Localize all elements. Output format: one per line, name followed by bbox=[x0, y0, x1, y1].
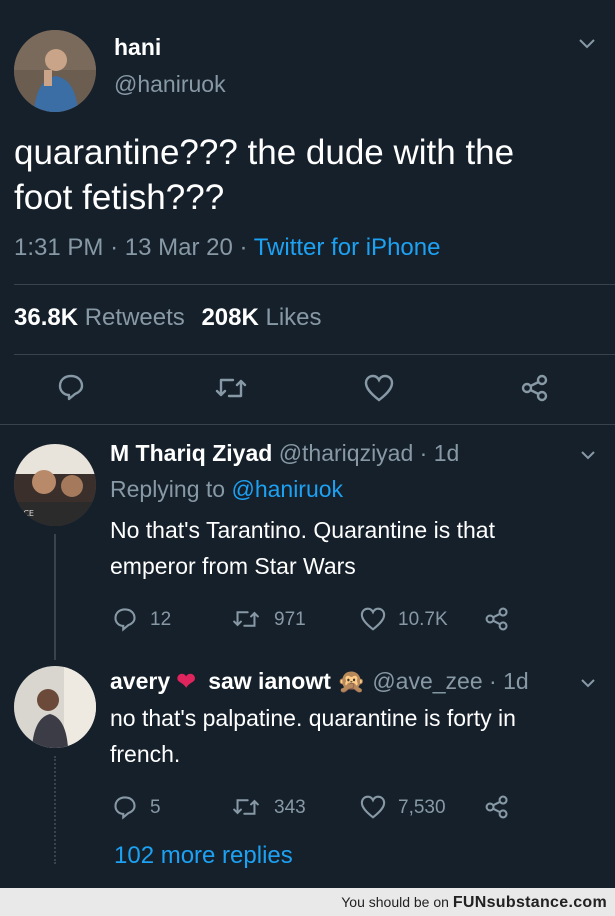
reply-thread-line bbox=[54, 756, 56, 864]
reply-text-line-2: emperor from Star Wars bbox=[110, 553, 356, 579]
retweet-count: 971 bbox=[274, 609, 306, 630]
chevron-down-icon[interactable] bbox=[578, 38, 596, 50]
reply-avatar[interactable]: ACE bbox=[14, 444, 96, 526]
reply-count: 5 bbox=[150, 797, 161, 818]
retweet-icon[interactable] bbox=[215, 375, 247, 401]
heart-emoji: ❤ bbox=[176, 668, 196, 694]
replying-to-handle[interactable]: @haniruok bbox=[231, 476, 343, 502]
reply-header: M Thariq Ziyad @thariqziyad · 1d bbox=[110, 440, 459, 467]
reply-author-handle[interactable]: @ave_zee bbox=[372, 668, 482, 694]
reply-avatar[interactable] bbox=[14, 666, 96, 748]
svg-text:ACE: ACE bbox=[18, 509, 34, 518]
meta-separator: · bbox=[110, 234, 119, 261]
watermark-bar: You should be on FUNsubstance.com bbox=[0, 888, 615, 916]
reply-text-line-1: no that's palpatine. quarantine is forty… bbox=[110, 705, 516, 731]
tweet-source[interactable]: Twitter for iPhone bbox=[254, 234, 441, 261]
tweet-text-line-1: quarantine??? the dude with the bbox=[14, 133, 515, 172]
more-replies-link[interactable]: 102 more replies bbox=[114, 842, 293, 870]
divider bbox=[14, 354, 615, 355]
retweet-icon[interactable] bbox=[232, 608, 260, 630]
reply-time: · 1d bbox=[419, 440, 460, 466]
monkey-emoji: 🙊 bbox=[337, 668, 366, 694]
reply-text: No that's Tarantino. Quarantine is that … bbox=[110, 512, 495, 584]
share-icon[interactable] bbox=[484, 606, 510, 632]
like-count: 10.7K bbox=[398, 609, 448, 630]
author-name[interactable]: hani bbox=[114, 34, 161, 61]
reply-author-name[interactable]: M Thariq Ziyad bbox=[110, 440, 272, 466]
like-icon[interactable] bbox=[360, 795, 386, 819]
retweet-icon[interactable] bbox=[232, 796, 260, 818]
retweet-count: 343 bbox=[274, 797, 306, 818]
author-handle[interactable]: @haniruok bbox=[114, 71, 226, 98]
retweet-label[interactable]: Retweets bbox=[85, 304, 185, 331]
reply-author-handle[interactable]: @thariqziyad bbox=[279, 440, 414, 466]
like-label[interactable]: Likes bbox=[265, 304, 321, 331]
engagement-stats: 36.8K Retweets 208K Likes bbox=[14, 304, 322, 332]
tweet-text-line-2: foot fetish??? bbox=[14, 178, 225, 217]
meta-separator: · bbox=[239, 234, 248, 261]
like-count: 7,530 bbox=[398, 797, 446, 818]
replying-to-label: Replying to bbox=[110, 476, 226, 502]
reply-text: no that's palpatine. quarantine is forty… bbox=[110, 700, 516, 772]
chevron-down-icon[interactable] bbox=[580, 678, 596, 688]
reply-author-name-part-2: saw ianowt bbox=[208, 668, 331, 694]
share-icon[interactable] bbox=[520, 373, 550, 403]
like-icon[interactable] bbox=[364, 374, 394, 402]
watermark-brand: FUNsubstance.com bbox=[452, 894, 607, 911]
replying-to: Replying to @haniruok bbox=[110, 476, 343, 503]
retweet-count[interactable]: 36.8K bbox=[14, 304, 78, 331]
reply-time: · 1d bbox=[489, 668, 529, 694]
author-avatar[interactable] bbox=[14, 30, 96, 112]
share-icon[interactable] bbox=[484, 794, 510, 820]
reply-text-line-1: No that's Tarantino. Quarantine is that bbox=[110, 517, 495, 543]
reply-thread-line bbox=[54, 534, 56, 660]
reply-author-name[interactable]: avery ❤ saw ianowt 🙊 bbox=[110, 668, 372, 694]
chevron-down-icon[interactable] bbox=[580, 450, 596, 460]
reply-icon[interactable] bbox=[112, 794, 138, 820]
tweet-text: quarantine??? the dude with the foot fet… bbox=[14, 130, 514, 220]
like-icon[interactable] bbox=[360, 607, 386, 631]
tweet-time: 1:31 PM bbox=[14, 234, 104, 261]
tweet-date[interactable]: 13 Mar 20 bbox=[125, 234, 233, 261]
divider bbox=[0, 424, 615, 425]
reply-count: 12 bbox=[150, 609, 172, 630]
like-count[interactable]: 208K bbox=[201, 304, 258, 331]
divider bbox=[14, 284, 615, 285]
reply-author-name-part-1: avery bbox=[110, 668, 171, 694]
watermark-prefix: You should be on bbox=[341, 894, 449, 910]
reply-icon[interactable] bbox=[56, 372, 86, 402]
reply-text-line-2: french. bbox=[110, 741, 181, 767]
tweet-meta: 1:31 PM · 13 Mar 20 · Twitter for iPhone bbox=[14, 234, 440, 262]
reply-header: avery ❤ saw ianowt 🙊 @ave_zee · 1d bbox=[110, 668, 529, 695]
reply-icon[interactable] bbox=[112, 606, 138, 632]
